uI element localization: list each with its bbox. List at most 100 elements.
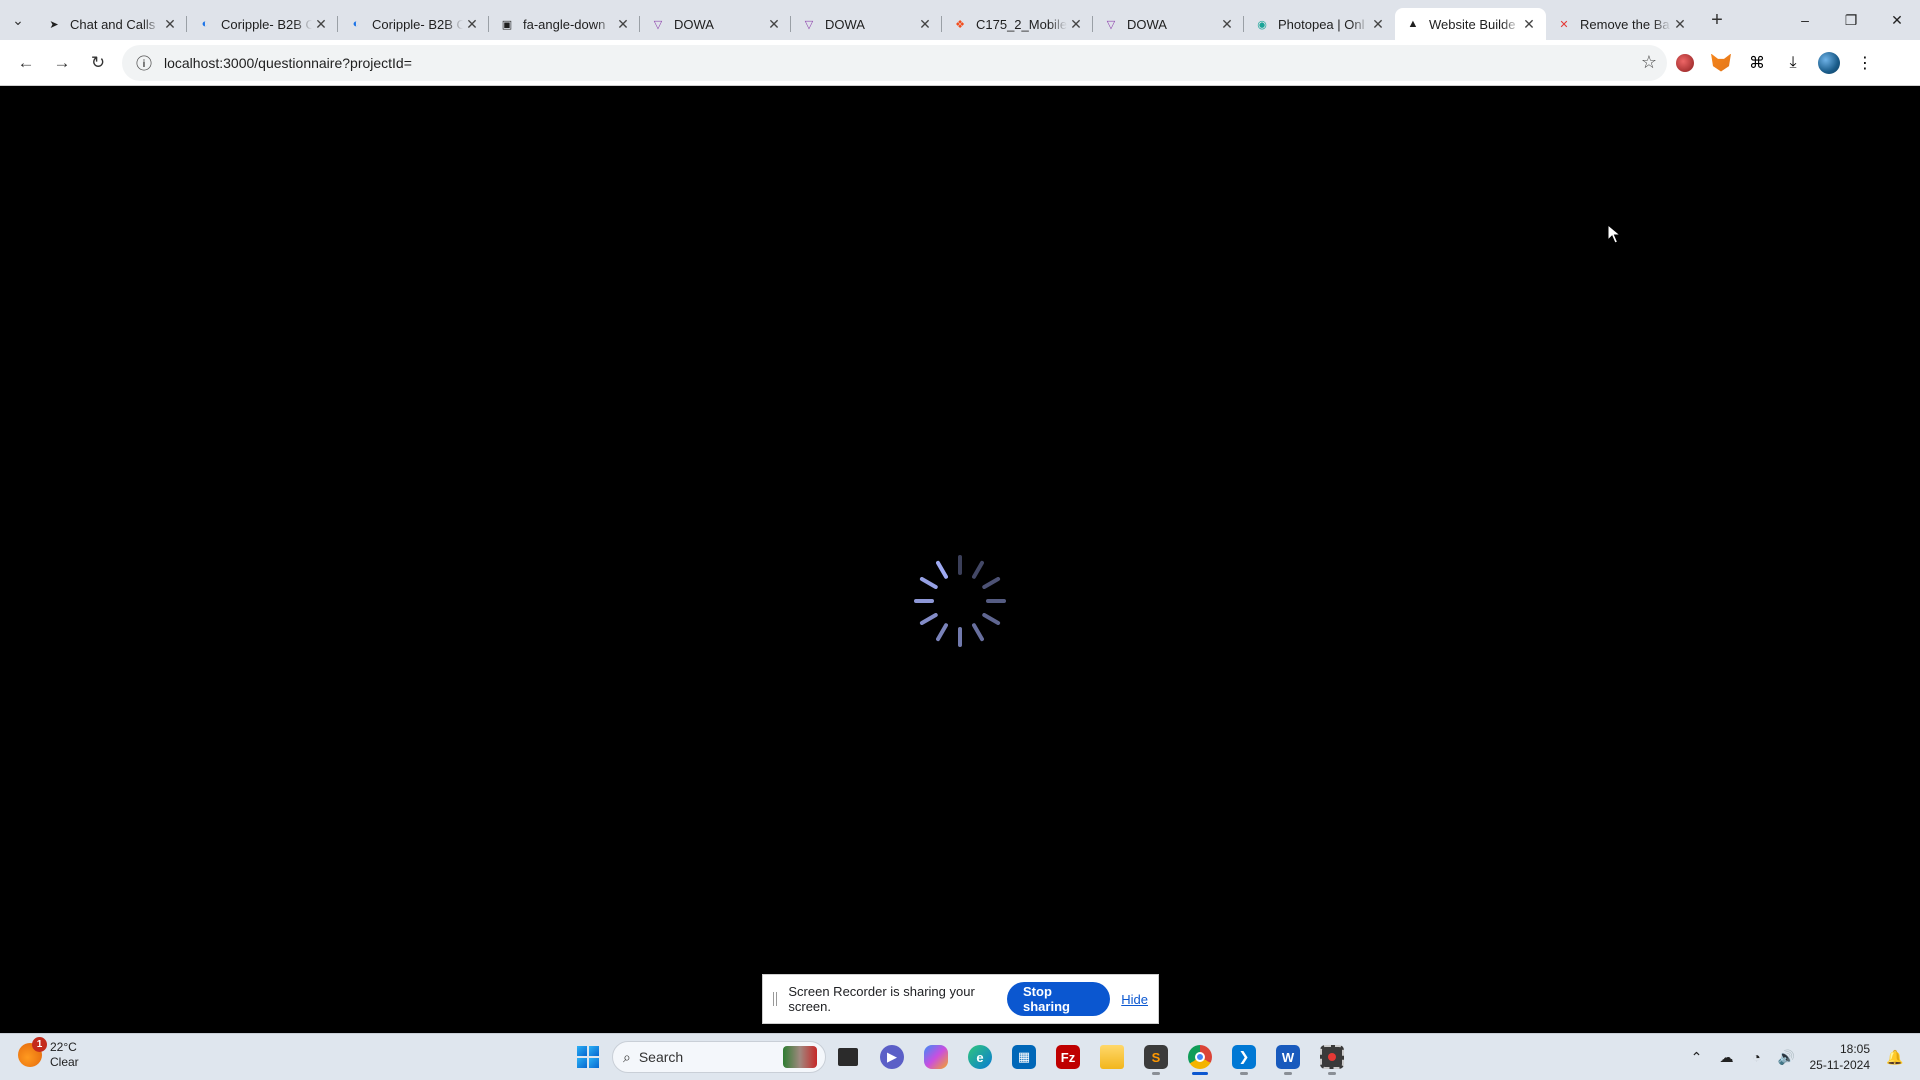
tab-7[interactable]: ▽ DOWA ✕ [1092,8,1244,40]
tab-3[interactable]: ▣ fa-angle-down ✕ [488,8,640,40]
restore-icon: ❐ [1844,11,1858,28]
spinner-tick [919,577,938,589]
clock-time: 18:05 [1839,1042,1870,1056]
vscode-icon: ❯ [1232,1045,1256,1069]
address-bar[interactable]: i localhost:3000/questionnaire?projectId… [122,44,1667,81]
wifi-button[interactable]: ◔ [1742,1038,1772,1076]
spinner-tick [972,560,984,579]
tab-close-icon[interactable]: ✕ [1520,15,1538,33]
tab-2[interactable]: ◐ Coripple- B2B C ✕ [337,8,489,40]
metamask-fox-icon [1711,53,1731,72]
tab-close-icon[interactable]: ✕ [1067,15,1085,33]
stop-sharing-button[interactable]: Stop sharing [1007,982,1111,1016]
metamask-button[interactable] [1703,45,1739,81]
tab-10[interactable]: ✕ Remove the Ba ✕ [1546,8,1697,40]
start-button[interactable] [568,1038,608,1076]
forward-button[interactable]: → [44,45,80,81]
taskbar: 1 22°C Clear ⌕ Search ▶ e ▦ Fz S ❯ W ⌃ ☁… [0,1033,1920,1080]
mouse-cursor-icon [1607,224,1621,244]
clock-date: 25-11-2024 [1809,1058,1871,1072]
vscode-button[interactable]: ❯ [1222,1038,1266,1076]
tab-close-icon[interactable]: ✕ [916,15,934,33]
system-tray: ⌃ ☁ ◔ 🔊 18:05 25-11-2024 🔔 [1682,1038,1911,1076]
weather-widget[interactable]: 1 22°C Clear [18,1037,79,1070]
back-button[interactable]: ← [8,45,44,81]
sublime-button[interactable]: S [1134,1038,1178,1076]
file-explorer-button[interactable] [1090,1038,1134,1076]
new-tab-button[interactable]: + [1701,4,1733,36]
tab-4[interactable]: ▽ DOWA ✕ [639,8,791,40]
address-url[interactable]: localhost:3000/questionnaire?projectId= [164,55,1641,71]
puzzle-icon: ⌘ [1749,54,1765,72]
tab-close-icon[interactable]: ✕ [312,15,330,33]
volume-button[interactable]: 🔊 [1772,1038,1802,1076]
tab-title: DOWA [674,16,714,32]
screen-recorder-button[interactable] [1310,1038,1354,1076]
store-bag-icon: ▦ [1012,1045,1036,1069]
arrow-left-icon: ← [17,52,35,72]
drag-handle-icon[interactable] [773,992,779,1006]
word-icon: W [1276,1045,1300,1069]
browser-menu-button[interactable]: ⋮ [1847,45,1883,81]
show-hidden-icons-button[interactable]: ⌃ [1682,1038,1712,1076]
bookmark-star-icon[interactable]: ☆ [1641,52,1657,73]
tab-title: Coripple- B2B C [372,16,463,32]
plus-icon: + [1711,8,1723,31]
weather-sun-icon: 1 [18,1037,47,1067]
arrow-right-icon: → [53,52,71,72]
loading-spinner-icon [914,555,1006,647]
filezilla-button[interactable]: Fz [1046,1038,1090,1076]
reload-button[interactable]: ↻ [80,45,116,81]
tab-title: DOWA [825,16,865,32]
tab-close-icon[interactable]: ✕ [765,15,783,33]
store-button[interactable]: ▦ [1002,1038,1046,1076]
minimize-button[interactable]: – [1782,0,1828,40]
hide-link[interactable]: Hide [1121,992,1148,1007]
onedrive-button[interactable]: ☁ [1712,1038,1742,1076]
word-button[interactable]: W [1266,1038,1310,1076]
tab-close-icon[interactable]: ✕ [1369,15,1387,33]
tab-close-icon[interactable]: ✕ [463,15,481,33]
photopea-icon: ◉ [1257,18,1267,31]
spinner-tick [936,623,948,642]
edge-button[interactable]: e [958,1038,1002,1076]
restore-button[interactable]: ❐ [1828,0,1874,40]
tab-8[interactable]: ◉ Photopea | Onl ✕ [1243,8,1395,40]
taskbar-clock[interactable]: 18:05 25-11-2024 [1810,1041,1871,1073]
downloads-button[interactable]: ⤓ [1775,45,1811,81]
search-highlight-icon [783,1046,817,1068]
sublime-text-icon: S [1144,1045,1168,1069]
copilot-button[interactable] [914,1038,958,1076]
notifications-button[interactable]: 🔔 [1880,1038,1910,1076]
bell-icon: 🔔 [1886,1048,1904,1065]
wifi-icon: ◔ [1752,1049,1761,1065]
tab-1[interactable]: ◐ Coripple- B2B C ✕ [186,8,338,40]
tab-0[interactable]: ➤ Chat and Calls ✕ [36,8,187,40]
tab-5[interactable]: ▽ DOWA ✕ [790,8,942,40]
chevron-up-icon: ⌃ [1690,1048,1703,1065]
tab-list: ➤ Chat and Calls ✕ ◐ Coripple- B2B C ✕ ◐ Coripp… [36,0,1697,40]
minimize-icon: – [1801,12,1809,28]
tab-6[interactable]: ❖ C175_2_Mobile ✕ [941,8,1093,40]
extensions-menu-button[interactable]: ⌘ [1739,45,1775,81]
chrome-button[interactable] [1178,1038,1222,1076]
taskbar-search[interactable]: ⌕ Search [612,1041,826,1073]
tab-close-icon[interactable]: ✕ [614,15,632,33]
site-info-icon[interactable]: i [136,55,152,70]
tab-title: Coripple- B2B C [221,16,312,32]
extension-button[interactable] [1667,45,1703,81]
weather-temp: 22°C [50,1040,77,1054]
close-window-button[interactable]: ✕ [1874,0,1920,40]
profile-button[interactable] [1811,45,1847,81]
tab-title: Chat and Calls [70,16,156,32]
tab-close-icon[interactable]: ✕ [1671,15,1689,33]
task-view-button[interactable] [826,1038,870,1076]
folder-icon [1100,1045,1124,1069]
chrome-icon [1188,1045,1212,1069]
notification-badge: 1 [32,1037,47,1052]
tab-9[interactable]: ▲ Website Builde ✕ [1395,8,1546,40]
teams-button[interactable]: ▶ [870,1038,914,1076]
tab-close-icon[interactable]: ✕ [1218,15,1236,33]
tab-search-button[interactable]: ⌄ [0,0,36,40]
tab-close-icon[interactable]: ✕ [161,15,179,33]
